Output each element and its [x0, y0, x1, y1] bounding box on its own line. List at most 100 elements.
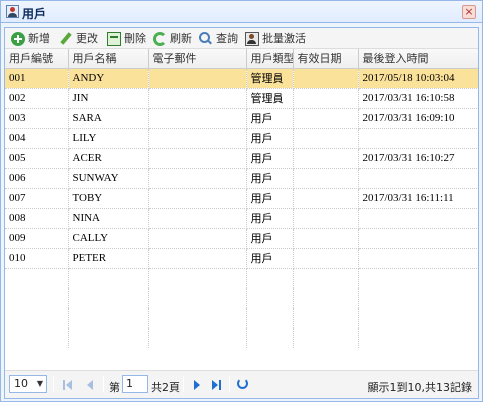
pagination-bar: 10 ▼ 第 1 共2頁 顯示1到10,共13記錄 [5, 370, 478, 398]
cell-last-login [358, 168, 478, 189]
cell-user-type: 用戶 [246, 148, 294, 169]
cell-last-login: 2017/05/18 10:03:04 [358, 68, 478, 89]
page-size-select[interactable]: 10 ▼ [9, 375, 47, 393]
cell-user-id: 008 [5, 208, 69, 229]
search-button[interactable]: 查詢 [199, 30, 238, 47]
cell-user-id: 010 [5, 248, 69, 269]
table-row[interactable]: 009 CALLY 用戶 [5, 228, 478, 249]
cell-user-name: JIN [68, 88, 149, 109]
empty-cell [148, 328, 247, 348]
page-total-label: 共2頁 [151, 381, 180, 394]
empty-cell [358, 268, 478, 288]
table-row[interactable]: 008 NINA 用戶 [5, 208, 478, 229]
empty-cell [148, 308, 247, 328]
empty-cell [5, 268, 69, 288]
batch-activate-button[interactable]: 批量激活 [245, 30, 306, 47]
cell-user-type: 用戶 [246, 188, 294, 209]
table-row[interactable]: 007 TOBY 用戶 2017/03/31 16:11:11 [5, 188, 478, 209]
column-header-type[interactable]: 用戶類型 [246, 49, 294, 69]
cell-last-login [358, 248, 478, 269]
empty-row [5, 308, 478, 328]
empty-cell [5, 308, 69, 328]
empty-cell [148, 288, 247, 308]
prev-page-button[interactable] [85, 379, 97, 391]
cell-user-type: 用戶 [246, 108, 294, 129]
table-row[interactable]: 002 JIN 管理員 2017/03/31 16:10:58 [5, 88, 478, 109]
cell-valid-date [293, 148, 359, 169]
cell-user-name: LILY [68, 128, 149, 149]
users-grid: 用戶編號 用戶名稱 電子郵件 用戶類型 有效日期 最後登入時間 001 ANDY 管… [5, 49, 478, 370]
empty-cell [293, 288, 359, 308]
search-label: 查詢 [216, 32, 238, 45]
table-row[interactable]: 006 SUNWAY 用戶 [5, 168, 478, 189]
add-label: 新增 [28, 32, 50, 45]
first-page-button[interactable] [63, 379, 75, 391]
column-header-name[interactable]: 用戶名稱 [68, 49, 149, 69]
user-icon [6, 5, 19, 18]
cell-user-type: 用戶 [246, 228, 294, 249]
add-button[interactable]: 新增 [11, 30, 50, 47]
empty-cell [293, 268, 359, 288]
cell-valid-date [293, 168, 359, 189]
next-page-button[interactable] [191, 379, 203, 391]
cell-last-login [358, 208, 478, 229]
cell-user-type: 用戶 [246, 128, 294, 149]
minus-icon [107, 31, 121, 46]
cell-email [148, 128, 247, 149]
empty-row [5, 268, 478, 288]
cell-valid-date [293, 228, 359, 249]
cell-valid-date [293, 248, 359, 269]
cell-user-id: 002 [5, 88, 69, 109]
column-header-id[interactable]: 用戶編號 [5, 49, 69, 69]
cell-user-name: ANDY [68, 68, 149, 89]
window-title: 用戶 [22, 7, 47, 21]
cell-user-name: CALLY [68, 228, 149, 249]
cell-user-type: 用戶 [246, 208, 294, 229]
empty-cell [246, 308, 294, 328]
cell-user-id: 003 [5, 108, 69, 129]
cell-user-id: 004 [5, 128, 69, 149]
separator [183, 376, 184, 392]
cell-user-id: 009 [5, 228, 69, 249]
last-page-button[interactable] [211, 379, 223, 391]
refresh-button[interactable]: 刷新 [153, 30, 192, 47]
pagination-info: 顯示1到10,共13記錄 [367, 381, 473, 394]
edit-button[interactable]: 更改 [59, 30, 98, 47]
search-icon [199, 31, 213, 46]
empty-row [5, 328, 478, 348]
close-button[interactable]: × [462, 5, 476, 19]
empty-cell [68, 288, 149, 308]
edit-label: 更改 [76, 32, 98, 45]
cell-last-login: 2017/03/31 16:10:27 [358, 148, 478, 169]
window-titlebar: 用戶 × [1, 1, 482, 23]
cell-user-name: NINA [68, 208, 149, 229]
current-page-input[interactable]: 1 [122, 375, 148, 393]
table-row[interactable]: 004 LILY 用戶 [5, 128, 478, 149]
cell-last-login: 2017/03/31 16:11:11 [358, 188, 478, 209]
table-body: 001 ANDY 管理員 2017/05/18 10:03:04 002 JIN 管理員 20… [5, 68, 478, 348]
table-row[interactable]: 010 PETER 用戶 [5, 248, 478, 269]
table-row[interactable]: 001 ANDY 管理員 2017/05/18 10:03:04 [5, 68, 478, 89]
table-row[interactable]: 003 SARA 用戶 2017/03/31 16:09:10 [5, 108, 478, 129]
page-label-before: 第 [109, 381, 120, 394]
cell-user-name: SARA [68, 108, 149, 129]
cell-user-id: 001 [5, 68, 69, 89]
users-window: 用戶 × 新增 更改 刪除 刷新 查詢 批量激活 用戶編號 用戶名稱 電子郵件 … [0, 0, 483, 402]
empty-cell [358, 308, 478, 328]
cell-user-type: 用戶 [246, 168, 294, 189]
cell-user-id: 006 [5, 168, 69, 189]
cell-valid-date [293, 88, 359, 109]
table-row[interactable]: 005 ACER 用戶 2017/03/31 16:10:27 [5, 148, 478, 169]
column-header-email[interactable]: 電子郵件 [148, 49, 247, 69]
separator [53, 376, 54, 392]
prev-page-icon [87, 380, 93, 390]
cell-valid-date [293, 188, 359, 209]
cell-valid-date [293, 208, 359, 229]
reload-icon[interactable] [237, 378, 248, 389]
column-header-valid-date[interactable]: 有效日期 [293, 49, 359, 69]
delete-button[interactable]: 刪除 [107, 30, 146, 47]
cell-email [148, 188, 247, 209]
cell-user-name: TOBY [68, 188, 149, 209]
cell-user-name: SUNWAY [68, 168, 149, 189]
column-header-last-login[interactable]: 最後登入時間 [358, 49, 478, 69]
